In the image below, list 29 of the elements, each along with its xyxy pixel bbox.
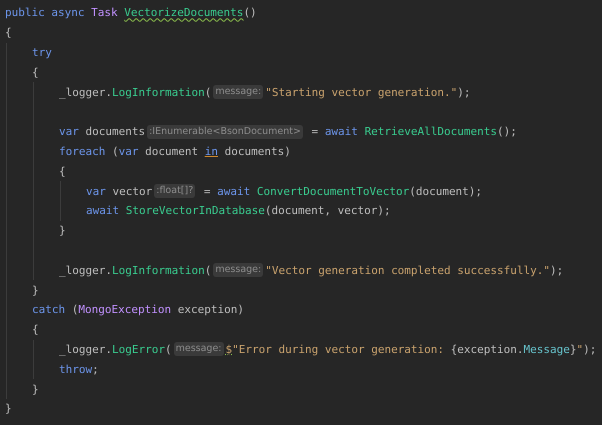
code-text: { bbox=[32, 323, 39, 336]
code-text: var vector bbox=[86, 184, 152, 198]
inlay-hint: :float[]? bbox=[154, 184, 196, 198]
code-text: } bbox=[32, 382, 39, 396]
code-text: _logger.LogInformation( bbox=[59, 264, 212, 277]
code-text: $"Error during vector generation: {exception.Message}"); bbox=[226, 342, 596, 356]
code-text: foreach (var document in documents) bbox=[59, 144, 291, 158]
code-text: public async Task VectorizeDocuments() bbox=[5, 6, 257, 20]
inlay-hint: message: bbox=[213, 85, 264, 100]
code-text: } bbox=[59, 224, 66, 238]
inlay-hint: :IEnumerable<BsonDocument> bbox=[147, 124, 303, 139]
code-text: } bbox=[5, 402, 12, 416]
code-text: "Vector generation completed successfully."); bbox=[265, 264, 564, 277]
code-text: = await RetrieveAllDocuments(); bbox=[310, 125, 517, 138]
code-text: { bbox=[5, 26, 12, 40]
code-text: { bbox=[59, 164, 66, 178]
code-text: } bbox=[32, 284, 39, 297]
code-text: throw; bbox=[59, 362, 99, 376]
code-text: "Starting vector generation."); bbox=[265, 86, 471, 99]
code-text: = await ConvertDocumentToVector(document); bbox=[202, 184, 482, 198]
inlay-hint: message: bbox=[174, 342, 224, 356]
code-text: _logger.LogError( bbox=[59, 342, 172, 356]
code-text: catch (MongoException exception) bbox=[32, 303, 244, 316]
code-text: { bbox=[32, 66, 39, 79]
code-text: _logger.LogInformation( bbox=[59, 86, 212, 99]
code-text: try bbox=[32, 46, 52, 59]
code-text: await StoreVectorInDatabase(document, vector); bbox=[86, 204, 391, 218]
code-text: var documents bbox=[59, 125, 146, 138]
inlay-hint: message: bbox=[213, 263, 264, 278]
